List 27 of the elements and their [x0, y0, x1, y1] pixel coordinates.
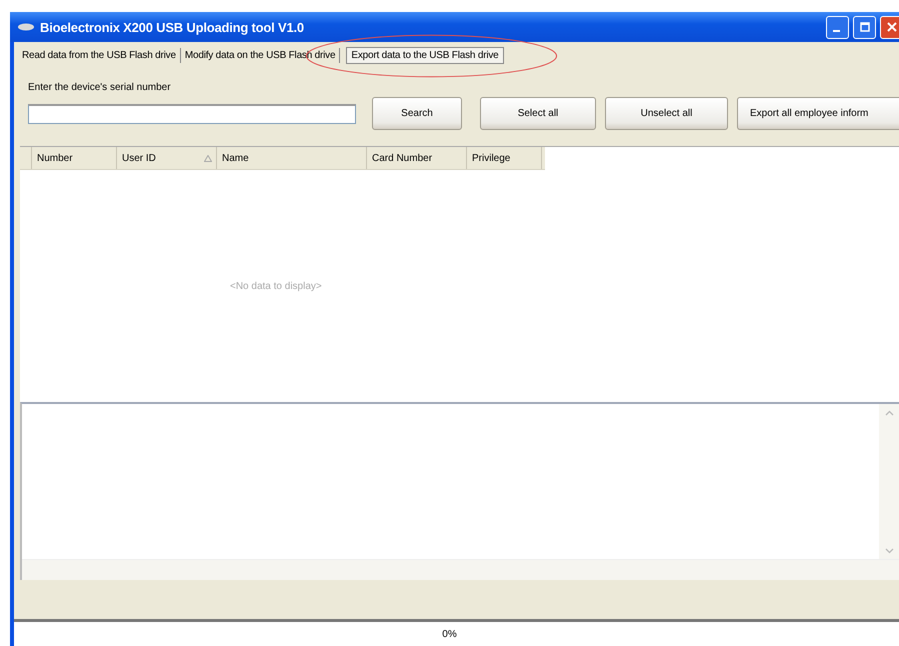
minimize-icon [832, 30, 840, 32]
search-button[interactable]: Search [372, 97, 462, 130]
app-icon [18, 23, 34, 31]
serial-label: Enter the device's serial number [28, 82, 172, 93]
select-all-button[interactable]: Select all [480, 97, 596, 130]
vertical-scrollbar[interactable] [879, 404, 899, 560]
close-icon [886, 22, 896, 32]
unselect-all-button[interactable]: Unselect all [605, 97, 728, 130]
scroll-down-icon[interactable] [884, 548, 894, 554]
maximize-button[interactable] [853, 16, 876, 38]
column-header[interactable]: Card Number [367, 147, 467, 169]
scroll-up-icon[interactable] [884, 410, 894, 416]
tab[interactable]: Read data from the USB Flash drive [18, 48, 181, 62]
close-button[interactable] [880, 16, 899, 38]
log-text-area[interactable] [20, 402, 899, 580]
tab[interactable]: Export data to the USB Flash drive [346, 46, 504, 64]
maximize-icon [860, 22, 870, 32]
column-header[interactable]: Name [217, 147, 367, 169]
minimize-button[interactable] [826, 16, 849, 38]
empty-message: <No data to display> [230, 280, 322, 292]
export-button[interactable]: Export all employee inform [737, 97, 899, 130]
column-header[interactable]: User ID [117, 147, 217, 169]
column-header[interactable]: Privilege [467, 147, 542, 169]
window-title: Bioelectronix X200 USB Uploading tool V1.0 [40, 20, 304, 34]
serial-input-field[interactable] [28, 104, 356, 124]
column-header[interactable]: Number [32, 147, 117, 169]
horizontal-scrollbar[interactable] [22, 559, 899, 580]
